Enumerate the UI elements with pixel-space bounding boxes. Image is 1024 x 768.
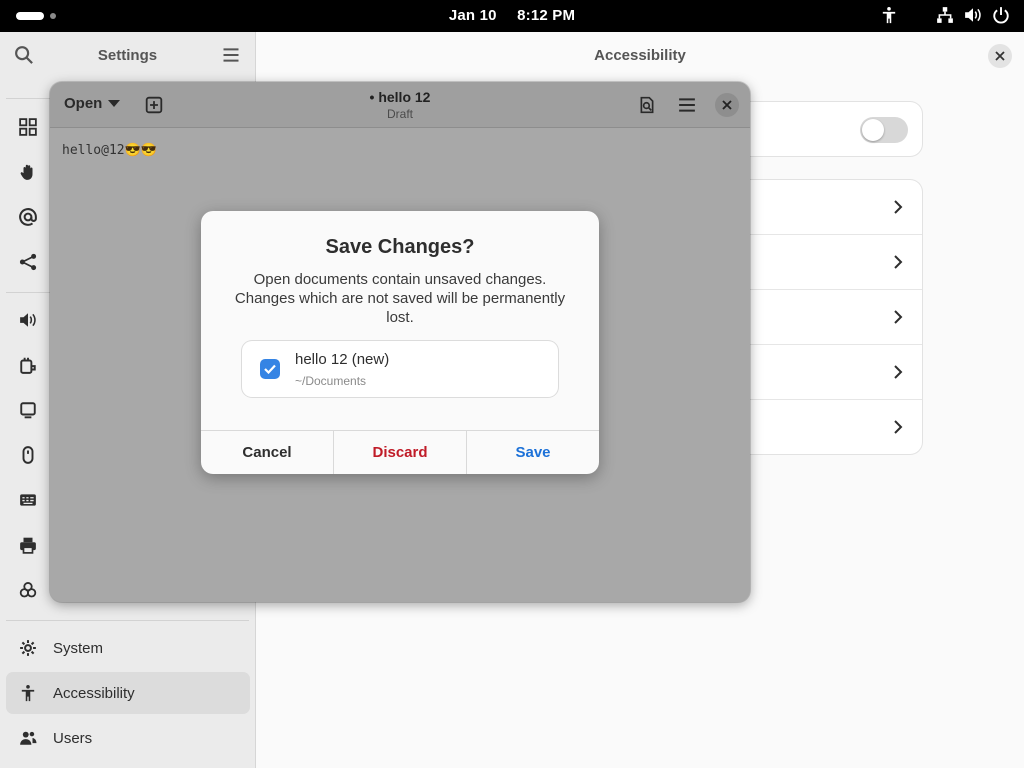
document-name: hello 12 (new) <box>295 351 390 368</box>
close-icon <box>995 51 1005 61</box>
gear-icon <box>20 640 36 656</box>
menu-icon[interactable] <box>678 96 696 114</box>
save-changes-dialog: Save Changes? Open documents contain uns… <box>201 211 599 474</box>
accessibility-icon <box>21 685 35 702</box>
sidebar-separator <box>6 620 249 621</box>
sidebar-item-label: Users <box>53 729 93 747</box>
chevron-right-icon <box>894 200 903 214</box>
find-icon[interactable] <box>638 96 656 114</box>
volume-icon[interactable] <box>964 6 982 24</box>
top-bar: Jan 10 8:12 PM <box>0 0 1024 32</box>
document-path: ~/Documents <box>295 374 367 388</box>
editor-header: Open • hello 12 Draft <box>50 82 750 128</box>
sidebar-item-accessibility[interactable]: Accessibility <box>6 672 250 714</box>
sidebar-item-label: System <box>53 639 104 657</box>
page-title: Accessibility <box>594 47 686 64</box>
sidebar-item-label: Accessibility <box>53 684 135 702</box>
chevron-right-icon <box>894 310 903 324</box>
accessibility-icon[interactable] <box>880 6 898 24</box>
printers-icon <box>20 537 36 554</box>
menu-icon[interactable] <box>221 45 241 65</box>
close-icon <box>722 100 732 110</box>
clock[interactable]: Jan 10 8:12 PM <box>0 7 1024 24</box>
save-document-checkbox[interactable] <box>260 359 280 379</box>
window-close-button[interactable] <box>988 44 1012 68</box>
time-label: 8:12 PM <box>517 7 576 24</box>
sidebar-header: Settings <box>0 32 255 78</box>
system-tray[interactable] <box>880 6 1010 24</box>
date-label: Jan 10 <box>448 7 497 24</box>
editor-text-area[interactable]: hello@12😎😎 <box>62 143 157 158</box>
chevron-right-icon <box>894 255 903 269</box>
discard-button[interactable]: Discard <box>334 431 467 474</box>
network-icon[interactable] <box>936 6 954 24</box>
mouse-icon <box>22 446 34 464</box>
power-icon[interactable] <box>992 6 1010 24</box>
sidebar-item-system[interactable]: System <box>6 627 250 669</box>
toggle-switch[interactable] <box>860 117 908 143</box>
apps-icon <box>19 118 37 136</box>
sidebar-title: Settings <box>97 47 158 64</box>
save-button[interactable]: Save <box>467 431 599 474</box>
privacy-hand-icon <box>20 164 33 180</box>
power-settings-icon <box>20 357 36 374</box>
displays-icon <box>20 402 36 419</box>
checkmark-icon <box>264 364 276 374</box>
unsaved-document-row[interactable]: hello 12 (new) ~/Documents <box>242 341 558 397</box>
sharing-icon <box>19 253 37 271</box>
users-icon <box>20 731 37 745</box>
online-accounts-icon <box>19 208 37 226</box>
dialog-message: Open documents contain unsaved changes. … <box>234 271 566 326</box>
chevron-right-icon <box>894 420 903 434</box>
sound-icon <box>20 313 36 327</box>
dialog-title: Save Changes? <box>325 236 475 258</box>
chevron-right-icon <box>894 365 903 379</box>
content-header: Accessibility <box>256 32 1024 78</box>
cancel-button[interactable]: Cancel <box>201 431 334 474</box>
editor-close-button[interactable] <box>715 93 739 117</box>
sidebar-item-users[interactable]: Users <box>6 717 250 759</box>
keyboard-icon <box>20 494 36 506</box>
color-icon <box>19 582 37 598</box>
dialog-actions: Cancel Discard Save <box>201 430 599 474</box>
